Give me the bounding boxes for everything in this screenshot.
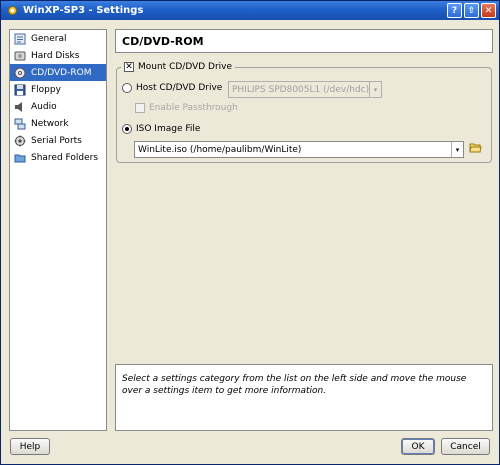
sidebar-item-label: Hard Disks xyxy=(31,50,80,61)
ok-button-label: OK xyxy=(411,441,425,452)
mount-checkbox-label: Mount CD/DVD Drive xyxy=(138,62,233,72)
floppy-icon xyxy=(14,84,26,96)
host-drive-label: Host CD/DVD Drive xyxy=(136,83,223,93)
iso-image-select[interactable]: WinLite.iso (/home/paulibm/WinLite) ▾ xyxy=(134,141,464,158)
sidebar-item-label: Network xyxy=(31,118,69,129)
mount-checkbox[interactable]: ✕ xyxy=(124,62,134,72)
cancel-button[interactable]: Cancel xyxy=(441,438,490,455)
mount-checkbox-row[interactable]: ✕ Mount CD/DVD Drive xyxy=(121,62,236,72)
maximize-icon: ⇧ xyxy=(467,5,476,16)
sidebar-item-label: General xyxy=(31,33,67,44)
chevron-down-icon: ▾ xyxy=(451,142,463,157)
sidebar-item-floppy[interactable]: Floppy xyxy=(10,81,106,98)
cd-dvd-icon xyxy=(14,67,26,79)
page-title: CD/DVD-ROM xyxy=(115,29,493,53)
settings-window: WinXP-SP3 - Settings ? ⇧ ✕ General Hard … xyxy=(0,0,500,465)
shared-folders-icon xyxy=(14,152,26,164)
sidebar-item-label: Audio xyxy=(31,101,57,112)
host-drive-radio-row[interactable]: Host CD/DVD Drive xyxy=(122,83,222,93)
iso-image-radio-row[interactable]: ISO Image File xyxy=(122,124,200,134)
sidebar-item-label: Serial Ports xyxy=(31,135,82,146)
serial-ports-icon xyxy=(14,135,26,147)
browse-iso-button[interactable] xyxy=(468,142,483,157)
hard-disk-icon xyxy=(14,50,26,62)
radio-dot-icon xyxy=(125,127,129,131)
host-drive-radio[interactable] xyxy=(122,83,132,93)
iso-image-value: WinLite.iso (/home/paulibm/WinLite) xyxy=(138,144,302,155)
sidebar-item-shared-folders[interactable]: Shared Folders xyxy=(10,149,106,166)
help-icon: ? xyxy=(451,5,458,16)
chevron-down-icon: ▾ xyxy=(369,82,381,97)
close-button[interactable]: ✕ xyxy=(481,3,496,18)
sidebar-item-general[interactable]: General xyxy=(10,30,106,47)
help-button[interactable]: Help xyxy=(10,438,50,455)
info-panel: Select a settings category from the list… xyxy=(115,364,493,431)
passthrough-checkbox[interactable] xyxy=(135,103,145,113)
audio-icon xyxy=(14,101,26,113)
sidebar-item-network[interactable]: Network xyxy=(10,115,106,132)
passthrough-label: Enable Passthrough xyxy=(149,103,238,113)
title-bar[interactable]: WinXP-SP3 - Settings ? ⇧ ✕ xyxy=(1,1,499,20)
host-drive-select[interactable]: PHILIPS SPD8005L1 (/dev/hdc) ▾ xyxy=(228,81,382,98)
sidebar-item-label: Shared Folders xyxy=(31,152,99,163)
maximize-button[interactable]: ⇧ xyxy=(464,3,479,18)
page-title-text: CD/DVD-ROM xyxy=(122,34,204,48)
sidebar-item-serial-ports[interactable]: Serial Ports xyxy=(10,132,106,149)
sidebar-item-audio[interactable]: Audio xyxy=(10,98,106,115)
settings-category-list[interactable]: General Hard Disks CD/DVD-ROM Floppy Aud… xyxy=(9,29,107,431)
iso-image-radio[interactable] xyxy=(122,124,132,134)
cancel-button-label: Cancel xyxy=(450,441,481,452)
sidebar-item-cd-dvd-rom[interactable]: CD/DVD-ROM xyxy=(10,64,106,81)
folder-open-icon xyxy=(469,142,482,157)
close-icon: ✕ xyxy=(484,5,493,16)
sidebar-item-label: Floppy xyxy=(31,84,61,95)
gear-icon xyxy=(5,4,19,18)
help-title-button[interactable]: ? xyxy=(447,3,462,18)
network-icon xyxy=(14,118,26,130)
info-text: Select a settings category from the list… xyxy=(122,374,467,396)
host-drive-value: PHILIPS SPD8005L1 (/dev/hdc) xyxy=(232,84,370,95)
window-title: WinXP-SP3 - Settings xyxy=(23,5,144,16)
ok-button[interactable]: OK xyxy=(401,438,435,455)
help-button-label: Help xyxy=(19,441,41,452)
general-icon xyxy=(14,33,26,45)
passthrough-checkbox-row[interactable]: Enable Passthrough xyxy=(135,103,238,113)
sidebar-item-hard-disks[interactable]: Hard Disks xyxy=(10,47,106,64)
iso-image-label: ISO Image File xyxy=(136,124,201,134)
sidebar-item-label: CD/DVD-ROM xyxy=(31,67,92,78)
